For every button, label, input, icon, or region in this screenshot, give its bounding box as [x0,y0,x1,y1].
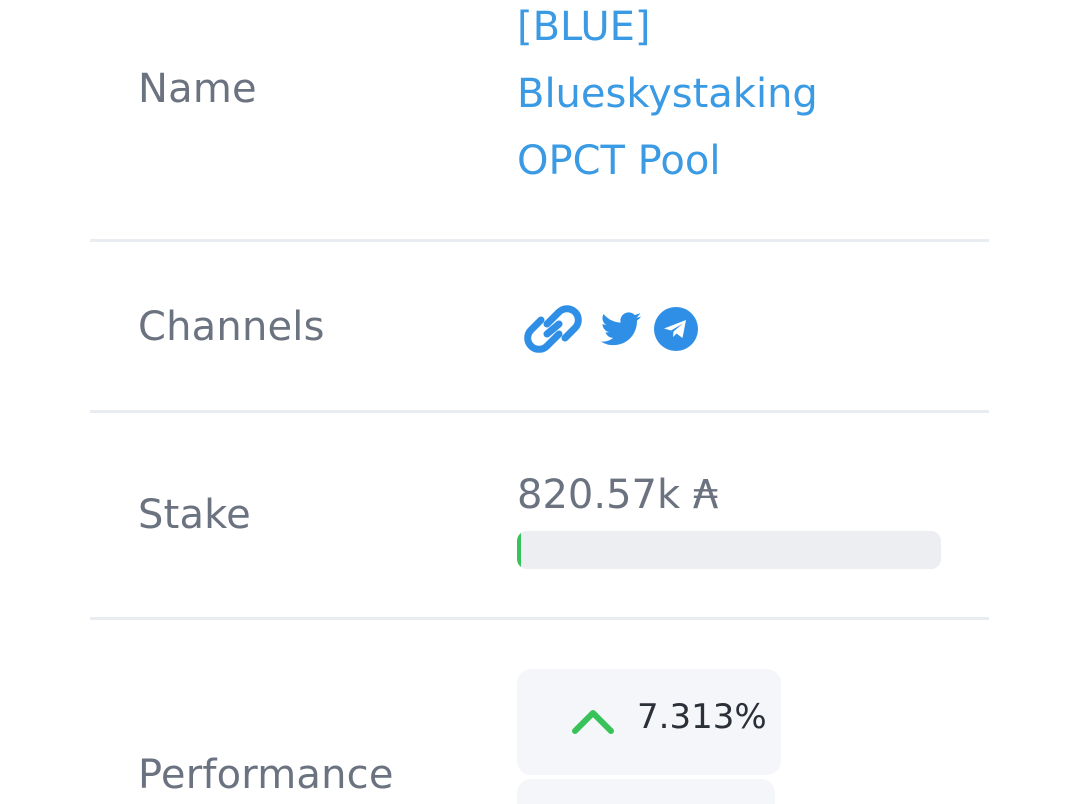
row-divider [90,239,989,242]
stake-progress-fill [517,531,522,569]
performance-label: Performance [138,752,394,798]
row-divider [90,410,989,413]
performance-card-secondary [517,779,775,804]
pool-name-line-3: OPCT Pool [517,138,721,184]
stake-progress-bar [517,531,941,569]
row-divider [90,617,989,620]
performance-card: 7.313% [517,669,781,775]
stake-value: 820.57k ₳ [517,472,719,518]
pool-name-line-2: Blueskystaking [517,71,818,117]
pool-name-line-1: [BLUE] [517,4,651,50]
pool-details-page: Name [BLUE] Blueskystaking OPCT Pool Cha… [0,0,1071,804]
channel-links [517,294,699,364]
performance-value: 7.313% [637,697,767,737]
telegram-icon[interactable] [653,306,699,352]
twitter-icon[interactable] [597,307,645,351]
channels-label: Channels [138,304,325,350]
trend-up-icon [571,707,615,739]
pool-name-link[interactable]: [BLUE] Blueskystaking OPCT Pool [517,0,937,195]
name-label: Name [138,66,257,112]
stake-label: Stake [138,492,251,538]
link-icon[interactable] [517,294,589,364]
